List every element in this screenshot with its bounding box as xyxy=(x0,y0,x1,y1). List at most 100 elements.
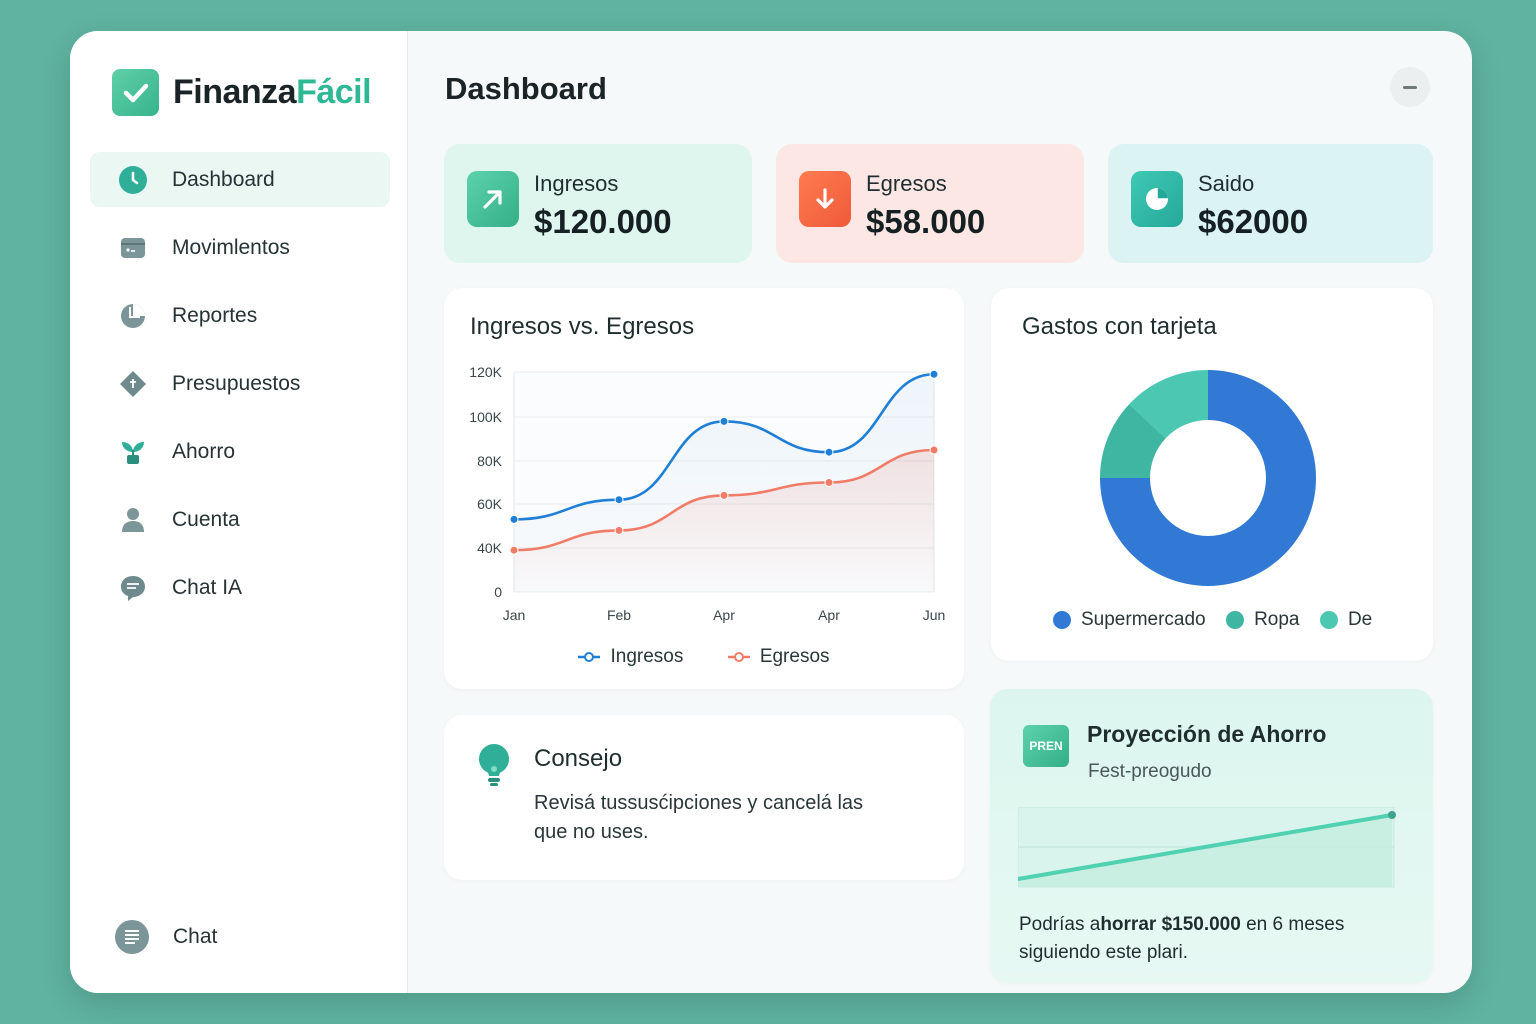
page-title: Dashboard xyxy=(445,71,607,106)
minimize-button[interactable] xyxy=(1390,67,1430,107)
legend-marker-ingresos xyxy=(578,652,601,662)
data-point-egresos xyxy=(929,445,939,455)
legend-dot xyxy=(1226,611,1245,629)
y-tick-label: 60K xyxy=(477,496,503,512)
tip-text-line1: Revisá tussusćipciones y cancelá las xyxy=(534,792,864,814)
data-point-ingresos xyxy=(509,514,519,524)
balance-label: Saido xyxy=(1198,171,1255,196)
y-tick-label: 100K xyxy=(469,409,502,425)
y-tick-label: 0 xyxy=(494,584,502,600)
data-point-ingresos xyxy=(824,447,834,457)
tip-text-line2: que no uses. xyxy=(534,821,649,843)
legend-label: De xyxy=(1347,609,1373,630)
legend-item-supermercado: Supermercado xyxy=(1053,609,1206,631)
x-tick-label: Jun xyxy=(923,607,946,623)
sidebar-item-label: Dashboard xyxy=(172,167,275,191)
legend-label: Supermercado xyxy=(1081,609,1206,630)
y-tick-label: 80K xyxy=(477,453,503,469)
sidebar: FinanzaFácil Dashboard Movimlentos Repor… xyxy=(70,31,408,993)
y-tick-label: 120K xyxy=(469,364,502,380)
data-point-ingresos xyxy=(614,495,624,505)
sidebar-item-label: Chat xyxy=(173,925,218,948)
x-tick-label: Jan xyxy=(503,607,526,623)
expense-label: Egresos xyxy=(866,171,947,196)
diamond-icon xyxy=(118,369,148,399)
sidebar-item-cuenta[interactable]: Cuenta xyxy=(90,492,390,547)
expense-stat-card[interactable]: Egresos $58.000 xyxy=(776,144,1084,263)
plant-icon xyxy=(118,437,148,467)
projection-chart xyxy=(1018,807,1396,888)
arrow-up-right-icon xyxy=(467,171,519,227)
line-chart-legend: Ingresos Egresos xyxy=(444,646,964,668)
projection-text-part1: Podrías a xyxy=(1019,914,1101,935)
income-label: Ingresos xyxy=(534,171,619,196)
x-tick-label: Apr xyxy=(713,607,735,623)
projection-text-line1: Podrías ahorrar $150.000 en 6 meses xyxy=(1019,914,1344,936)
sidebar-item-presupuestos[interactable]: Presupuestos xyxy=(90,356,390,411)
x-tick-label: Apr xyxy=(818,607,840,623)
legend-item-de: De xyxy=(1319,609,1373,631)
pren-badge: PREN xyxy=(1023,725,1069,767)
line-chart: 0 40K 60K 80K 100K 120K Jan Feb Apr Apr Jun xyxy=(469,364,946,623)
card-expenses-card: Gastos con tarjeta Supermercado Ropa De xyxy=(991,288,1433,661)
legend-label-egresos: Egresos xyxy=(759,646,830,667)
legend-marker-egresos xyxy=(727,652,750,662)
x-tick-label: Feb xyxy=(607,607,631,623)
legend-item-egresos: Egresos xyxy=(727,646,830,668)
brand[interactable]: FinanzaFácil xyxy=(112,69,372,116)
lightbulb-icon xyxy=(476,743,512,794)
app-window: FinanzaFácil Dashboard Movimlentos Repor… xyxy=(70,31,1472,993)
sidebar-item-chat[interactable]: Chat xyxy=(114,919,217,955)
sidebar-item-chat-ia[interactable]: Chat IA xyxy=(90,560,390,615)
chat-list-icon xyxy=(114,919,150,955)
sidebar-item-label: Chat IA xyxy=(172,575,243,599)
sidebar-item-label: Ahorro xyxy=(172,439,236,463)
projection-text-line2: siguiendo este plari. xyxy=(1019,942,1188,963)
donut-legend: Supermercado Ropa De xyxy=(1053,609,1372,634)
balance-stat-card[interactable]: Saido $62000 xyxy=(1108,144,1433,263)
sidebar-item-label: Reportes xyxy=(172,303,258,327)
sidebar-nav: Dashboard Movimlentos Reportes Presupues… xyxy=(90,152,390,628)
income-stat-card[interactable]: Ingresos $120.000 xyxy=(444,144,752,263)
tip-title: Consejo xyxy=(534,745,623,772)
minus-icon xyxy=(1403,85,1417,89)
data-point-egresos xyxy=(509,545,519,555)
savings-projection-card: PREN Proyección de Ahorro Fest-preogudo … xyxy=(990,689,1433,983)
brand-name: FinanzaFácil xyxy=(173,73,372,111)
tip-card: Consejo Revisá tussusćipciones y cancelá… xyxy=(444,715,964,880)
donut-chart xyxy=(1100,370,1316,586)
arrow-down-icon xyxy=(799,171,851,227)
data-point-egresos xyxy=(614,525,624,535)
data-point-egresos xyxy=(824,478,834,487)
data-point-egresos xyxy=(719,490,729,500)
data-point-ingresos xyxy=(929,369,939,379)
income-value: $120.000 xyxy=(534,203,672,240)
projection-title: Proyección de Ahorro xyxy=(1087,721,1327,747)
line-chart-title: Ingresos vs. Egresos xyxy=(470,313,695,340)
pie-icon xyxy=(118,301,148,331)
legend-dot xyxy=(1053,611,1071,629)
chat-bubble-icon xyxy=(118,573,148,603)
sidebar-item-ahorro[interactable]: Ahorro xyxy=(90,424,390,479)
income-vs-expense-card: Ingresos vs. Egresos 0 40K 60K 80K 100K 120K J… xyxy=(444,288,964,689)
legend-label: Ropa xyxy=(1254,609,1300,630)
sidebar-item-label: Presupuestos xyxy=(172,371,301,395)
legend-dot xyxy=(1319,611,1338,629)
legend-item-ingresos: Ingresos xyxy=(578,646,683,668)
checkmark-logo-icon xyxy=(112,69,159,116)
projection-text-bold: horrar $150.000 xyxy=(1100,914,1241,935)
sidebar-item-label: Movimlentos xyxy=(172,235,290,259)
donut-chart-title: Gastos con tarjeta xyxy=(1022,313,1217,340)
legend-item-ropa: Ropa xyxy=(1226,609,1300,631)
expense-value: $58.000 xyxy=(866,203,986,240)
wallet-icon xyxy=(118,233,148,263)
sidebar-item-reportes[interactable]: Reportes xyxy=(90,288,390,343)
y-tick-label: 40K xyxy=(477,540,503,556)
projection-subtitle: Fest-preogudo xyxy=(1088,761,1212,782)
sidebar-item-dashboard[interactable]: Dashboard xyxy=(90,152,390,207)
legend-label-ingresos: Ingresos xyxy=(610,646,684,667)
pie-chart-icon xyxy=(1131,171,1183,227)
projection-end-point xyxy=(1388,811,1396,819)
balance-value: $62000 xyxy=(1198,203,1309,240)
sidebar-item-movimientos[interactable]: Movimlentos xyxy=(90,220,390,275)
